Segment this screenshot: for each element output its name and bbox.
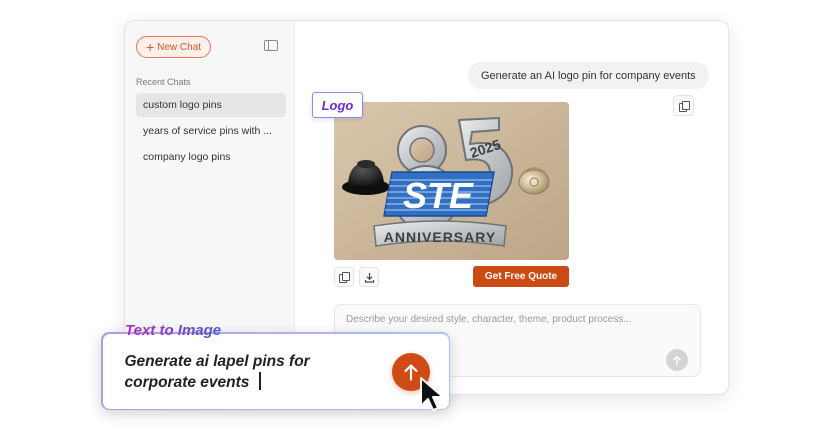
text-to-image-label: Text to Image (125, 322, 222, 339)
text-caret (259, 371, 261, 390)
sidebar-item-label: years of service pins with ... (143, 125, 272, 137)
new-chat-label: New Chat (157, 41, 202, 53)
logo-tag-label: Logo (321, 97, 354, 113)
arrow-up-icon (403, 363, 418, 381)
user-message-text: Generate an AI logo pin for company even… (481, 69, 696, 82)
sidebar-item-label: company logo pins (143, 151, 231, 163)
text-to-image-prompt[interactable]: Generate ai lapel pins for corporate eve… (125, 351, 355, 393)
sidebar-item-years-of-service-pins[interactable]: years of service pins with ... (136, 119, 286, 143)
text-to-image-card-body: Generate ai lapel pins for corporate eve… (102, 333, 449, 409)
copy-message-button[interactable] (673, 95, 694, 116)
get-free-quote-button[interactable]: Get Free Quote (473, 266, 569, 287)
user-message-bubble: Generate an AI logo pin for company even… (468, 62, 709, 89)
send-button[interactable] (666, 349, 688, 371)
plus-icon: + (145, 38, 155, 55)
generated-pin-image: STE 2025 ANNIVERSARY (334, 102, 569, 260)
sidebar-item-label: custom logo pins (143, 99, 222, 111)
pin-banner-text: ANNIVERSARY (384, 229, 496, 245)
download-icon (364, 272, 374, 283)
download-image-button[interactable] (359, 267, 379, 287)
new-chat-button[interactable]: + New Chat (136, 36, 211, 58)
copy-image-button[interactable] (334, 267, 354, 287)
recent-chats-heading: Recent Chats (136, 77, 191, 87)
text-to-image-card: Generate ai lapel pins for corporate eve… (101, 332, 450, 410)
sidebar-item-company-logo-pins[interactable]: company logo pins (136, 145, 286, 169)
sidebar-item-custom-logo-pins[interactable]: custom logo pins (136, 93, 286, 117)
get-free-quote-label: Get Free Quote (484, 271, 558, 282)
copy-icon (678, 100, 690, 112)
sidebar-toggle-icon[interactable] (264, 40, 278, 51)
mouse-pointer-icon (420, 377, 444, 411)
pin-illustration: STE 2025 ANNIVERSARY (334, 102, 569, 260)
text-to-image-prompt-text: Generate ai lapel pins for corporate eve… (124, 352, 310, 391)
copy-icon (339, 272, 350, 283)
arrow-up-icon (672, 354, 682, 365)
pin-brand-text: STE (403, 175, 474, 216)
logo-tag: Logo (312, 92, 363, 118)
